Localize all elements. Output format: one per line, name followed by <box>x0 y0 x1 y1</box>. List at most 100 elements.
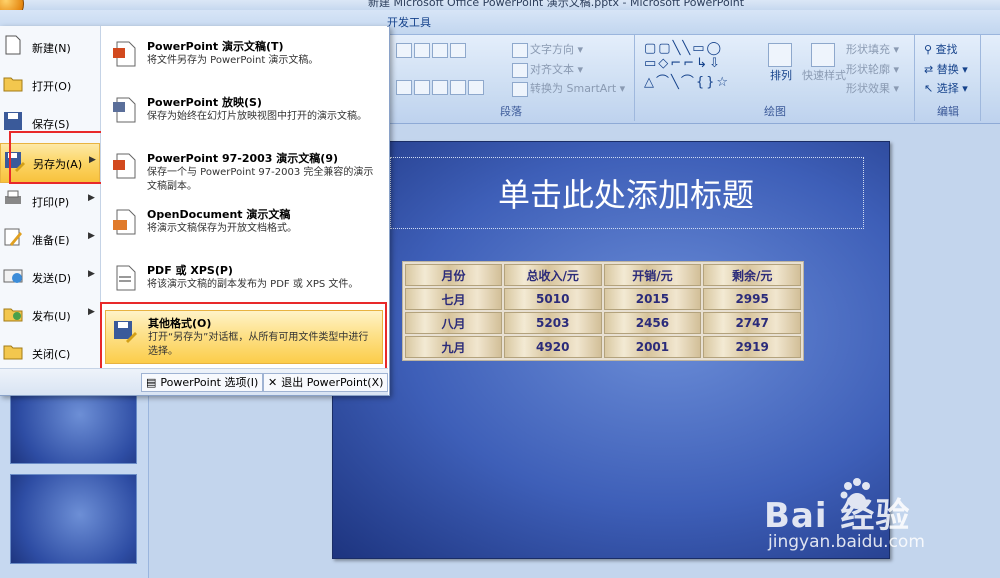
option-title: PowerPoint 97-2003 演示文稿(9) <box>147 152 339 165</box>
table-row: 九月 4920 2001 2919 <box>405 336 801 358</box>
slide-title[interactable]: 单击此处添加标题 <box>390 170 862 216</box>
slide-thumbnail[interactable] <box>10 474 137 564</box>
shapes-gallery[interactable]: ▢▢╲╲▭◯ ▭◇⌐⌐↳⇩ △⌒╲⌒{}☆ <box>644 41 730 90</box>
menu-item-publish[interactable]: 发布(U) ▶ <box>0 296 100 332</box>
drawing-group-label: 绘图 <box>764 105 786 118</box>
prepare-icon <box>4 228 22 246</box>
table-cell: 5010 <box>503 288 602 310</box>
table-cell: 2015 <box>603 288 702 310</box>
save-as-pptx-option[interactable]: PowerPoint 演示文稿(T) 将文件另存为 PowerPoint 演示文… <box>105 34 383 86</box>
office-menu-footer: ▤ PowerPoint 选项(I) ✕ 退出 PowerPoint(X) <box>0 368 389 395</box>
pdf-xps-file-icon <box>116 265 136 291</box>
find-icon: ⚲ <box>924 43 933 56</box>
save-as-97-2003-option[interactable]: PowerPoint 97-2003 演示文稿(9) 保存一个与 PowerPo… <box>105 146 383 198</box>
arrange-button[interactable]: 排列 <box>766 43 796 83</box>
text-direction-icon <box>512 42 528 58</box>
smartart-icon <box>512 81 528 97</box>
odp-file-icon <box>113 209 136 235</box>
submenu-arrow-icon: ▶ <box>88 193 95 203</box>
close-folder-icon <box>3 345 23 360</box>
shape-fill-button[interactable]: 形状填充 ▾ <box>846 41 899 57</box>
menu-item-label: 打开(O) <box>32 80 72 93</box>
table-header-cell: 月份 <box>405 264 502 286</box>
menu-item-new[interactable]: 新建(N) <box>0 28 100 64</box>
ppt-97-file-icon <box>113 153 136 179</box>
smartart-button[interactable]: 转换为 SmartArt ▾ <box>512 80 625 97</box>
table-cell: 2456 <box>603 312 702 334</box>
save-as-show-option[interactable]: PowerPoint 放映(S) 保存为始终在幻灯片放映视图中打开的演示文稿。 <box>105 90 383 142</box>
ribbon-group-drawing: ▢▢╲╲▭◯ ▭◇⌐⌐↳⇩ △⌒╲⌒{}☆ 排列 快速样式 形状填充 ▾ 形状轮廓 … <box>636 35 915 121</box>
data-table[interactable]: 月份 总收入/元 开销/元 剩余/元 七月 5010 2015 2995 八月 … <box>402 261 804 361</box>
submenu-arrow-icon: ▶ <box>88 231 95 241</box>
text-direction-label: 文字方向 <box>530 43 574 56</box>
submenu-arrow-icon: ▶ <box>88 269 95 279</box>
menu-item-send[interactable]: 发送(D) ▶ <box>0 258 100 294</box>
window-title: 新建 Microsoft Office PowerPoint 演示文稿.pptx… <box>368 0 745 9</box>
ribbon-group-editing: ⚲ 查找 ⇄ 替换 ▾ ↖ 选择 ▾ 编辑 <box>916 35 981 121</box>
save-disk-icon <box>4 112 22 130</box>
editing-group-label: 编辑 <box>937 105 959 118</box>
publish-icon <box>3 308 23 322</box>
watermark-brand: Bai 经验 <box>764 496 911 536</box>
align-text-label: 对齐文本 <box>530 63 574 76</box>
option-title: OpenDocument 演示文稿 <box>147 208 291 221</box>
menu-item-close[interactable]: 关闭(C) <box>0 334 100 370</box>
menu-item-label: 新建(N) <box>32 42 71 55</box>
table-cell: 2001 <box>603 336 702 358</box>
shape-outline-label: 形状轮廓 <box>846 63 890 76</box>
submenu-arrow-icon: ▶ <box>88 307 95 317</box>
select-icon: ↖ <box>924 82 934 95</box>
table-cell: 八月 <box>405 312 502 334</box>
list-icon[interactable] <box>396 43 468 58</box>
menu-item-open[interactable]: 打开(O) <box>0 66 100 102</box>
table-header-cell: 开销/元 <box>603 264 702 286</box>
menu-item-label: 保存(S) <box>32 118 70 131</box>
shape-fill-label: 形状填充 <box>846 43 890 56</box>
option-description: 将该演示文稿的副本发布为 PDF 或 XPS 文件。 <box>147 279 359 290</box>
replace-label: 替换 <box>936 63 959 76</box>
option-description: 保存为始终在幻灯片放映视图中打开的演示文稿。 <box>147 111 367 122</box>
align-text-icon <box>512 62 528 78</box>
select-button[interactable]: ↖ 选择 ▾ <box>924 80 968 96</box>
option-description: 保存一个与 PowerPoint 97-2003 完全兼容的演示文稿副本。 <box>147 167 374 192</box>
table-cell: 4920 <box>503 336 602 358</box>
save-as-opendocument-option[interactable]: OpenDocument 演示文稿 将演示文稿保存为开放文档格式。 <box>105 202 383 254</box>
menu-item-prepare[interactable]: 准备(E) ▶ <box>0 220 100 256</box>
shape-outline-button[interactable]: 形状轮廓 ▾ <box>846 61 899 77</box>
table-cell: 2995 <box>703 288 801 310</box>
menu-item-label: 发送(D) <box>32 272 72 285</box>
text-direction-button[interactable]: 文字方向 ▾ <box>512 41 583 58</box>
table-cell: 九月 <box>405 336 502 358</box>
table-header-cell: 剩余/元 <box>703 264 801 286</box>
option-title: PowerPoint 放映(S) <box>147 96 262 109</box>
exit-button-label: 退出 PowerPoint(X) <box>281 376 384 389</box>
option-description: 将文件另存为 PowerPoint 演示文稿。 <box>147 55 319 66</box>
select-label: 选择 <box>936 82 959 95</box>
menu-item-label: 关闭(C) <box>32 348 71 361</box>
find-button[interactable]: ⚲ 查找 <box>924 41 958 57</box>
shape-effects-button[interactable]: 形状效果 ▾ <box>846 80 899 96</box>
quick-styles-label: 快速样式 <box>802 69 846 82</box>
replace-button[interactable]: ⇄ 替换 ▾ <box>924 61 968 77</box>
quick-styles-icon <box>811 43 835 67</box>
table-cell: 2747 <box>703 312 801 334</box>
menu-item-print[interactable]: 打印(P) ▶ <box>0 182 100 218</box>
tab-developer[interactable]: 开发工具 <box>387 14 431 30</box>
table-header-row: 月份 总收入/元 开销/元 剩余/元 <box>405 264 801 286</box>
paragraph-group-label: 段落 <box>500 105 522 118</box>
table-cell: 5203 <box>503 312 602 334</box>
align-icons[interactable] <box>396 80 486 95</box>
quick-styles-button[interactable]: 快速样式 <box>802 43 846 83</box>
send-icon <box>3 269 23 283</box>
powerpoint-options-button[interactable]: ▤ PowerPoint 选项(I) <box>141 373 264 392</box>
shape-effects-label: 形状效果 <box>846 82 890 95</box>
replace-icon: ⇄ <box>924 63 934 76</box>
baidu-watermark: Bai 经验 jingyan.baidu.com <box>760 470 1000 570</box>
menu-item-label: 发布(U) <box>32 310 71 323</box>
align-text-button[interactable]: 对齐文本 ▾ <box>512 61 583 78</box>
table-cell: 七月 <box>405 288 502 310</box>
exit-powerpoint-button[interactable]: ✕ 退出 PowerPoint(X) <box>263 373 389 392</box>
arrange-icon <box>768 43 792 67</box>
menu-item-label: 打印(P) <box>32 196 70 209</box>
table-header-cell: 总收入/元 <box>503 264 602 286</box>
